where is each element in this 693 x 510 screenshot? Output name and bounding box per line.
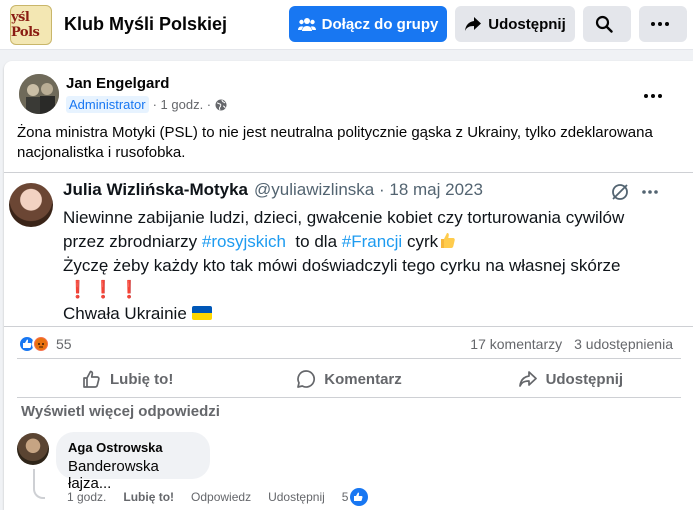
group-header: yśl Pols Klub Myśli Polskiej Dołącz do g… [0,0,693,50]
globe-icon [215,99,227,110]
meta-separator: · [152,97,161,112]
tweet-author-avatar [9,183,53,227]
tweet-handle-date: @yuliawizlinska · 18 maj 2023 [254,180,483,199]
comment-like-button[interactable]: Lubię to! [123,490,174,504]
thumbs-up-icon [83,370,100,388]
comment-share-button[interactable]: Udostępnij [268,490,325,504]
post-actions: Lubię to! Komentarz Udostępnij [17,361,681,397]
share-arrow-icon [465,17,482,31]
tweet-text: to dla [285,232,342,251]
like-reaction-icon [350,488,369,506]
meta-separator: · [203,97,215,112]
more-dots-icon [642,190,658,194]
join-group-button[interactable]: Dołącz do grupy [289,6,447,42]
search-button[interactable] [583,6,631,42]
reactions-summary[interactable]: 55 [18,335,72,353]
engagement-counts: 17 komentarzy 3 udostępnienia [470,336,673,352]
ukraine-flag-icon [191,306,212,320]
tweet-text: cyrk [402,232,439,251]
tweet-body: Niewinne zabijanie ludzi, dzieci, gwałce… [63,206,683,326]
share-arrow-icon [518,371,537,387]
comment-text: Banderowska łajza... [68,458,159,492]
post-meta: Administrator · 1 godz. · [66,96,227,113]
view-more-replies-link[interactable]: Wyświetl więcej odpowiedzi [21,403,220,420]
post-options-button[interactable] [644,81,662,104]
comment-like-number: 5 [341,490,349,504]
reactions-count: 55 [56,336,72,352]
comment-button[interactable]: Komentarz [238,361,459,397]
tweet-text: przez zbrodniarzy [63,232,202,251]
comment-reply-button[interactable]: Odpowiedz [191,490,251,504]
admin-badge: Administrator [66,96,149,113]
angry-reaction-icon [32,335,50,353]
more-dots-icon [644,94,662,98]
commenter-avatar[interactable] [17,433,49,465]
author-name[interactable]: Jan Engelgard [66,75,169,92]
like-label: Lubię to! [110,370,174,388]
join-group-label: Dołącz do grupy [321,15,439,33]
share-label: Udostępnij [545,370,624,388]
tweet-author-name: Julia Wizlińska-Motyka [63,180,249,199]
tweet-header: Julia Wizlińska-Motyka @yuliawizlinska ·… [63,180,483,200]
post-card: Jan Engelgard Administrator · 1 godz. · … [4,61,693,510]
share-group-label: Udostępnij [488,15,566,33]
tweet-text: Chwała Ukrainie [63,304,187,323]
group-icon [297,18,316,31]
tweet-line: Chwała Ukrainie [63,302,683,326]
grok-icon [612,184,628,200]
shares-count[interactable]: 3 udostępnienia [574,336,673,352]
divider [17,397,681,398]
more-dots-icon [651,22,669,26]
tweet-icons [610,182,658,202]
post-text: Żona ministra Motyki (PSL) to nie jest n… [17,124,653,161]
share-button[interactable]: Udostępnij [460,361,681,397]
hashtag-link: #rosyjskich [201,232,286,251]
commenter-name[interactable]: Aga Ostrowska [68,440,198,455]
thumbs-up-emoji-icon [441,233,455,248]
comments-count[interactable]: 17 komentarzy [470,336,562,352]
comment-bubble: Aga Ostrowska Banderowska łajza... [56,432,210,492]
like-button[interactable]: Lubię to! [17,361,238,397]
comment-actions: 1 godz. Lubię to! Odpowiedz Udostępnij 5 [67,488,385,506]
comment-label: Komentarz [324,370,402,388]
tweet-line: Niewinne zabijanie ludzi, dzieci, gwałce… [63,208,625,227]
group-thumbnail[interactable]: yśl Pols [10,5,52,45]
comment-like-count[interactable]: 5 [342,488,369,506]
post-time[interactable]: 1 godz. [161,97,204,112]
exclamation-emoji: ❗ ❗ ❗ [67,280,140,299]
group-thumbnail-text: yśl Pols [11,10,40,40]
tweet-line: przez zbrodniarzy #rosyjskich to dla #Fr… [63,230,683,254]
hashtag-link: #Francji [341,232,403,251]
comment-bubble-icon [297,370,316,388]
embedded-tweet-image[interactable]: Julia Wizlińska-Motyka @yuliawizlinska ·… [4,172,693,327]
more-options-button[interactable] [639,6,687,42]
search-icon [595,15,613,33]
reply-thread-line [33,469,45,499]
divider [17,358,681,359]
author-avatar[interactable] [19,74,59,114]
comment-time[interactable]: 1 godz. [67,490,106,504]
tweet-line: Życzę żeby każdy kto tak mówi doświadczy… [63,256,621,275]
share-group-button[interactable]: Udostępnij [455,6,575,42]
group-name[interactable]: Klub Myśli Polskiej [64,14,227,35]
